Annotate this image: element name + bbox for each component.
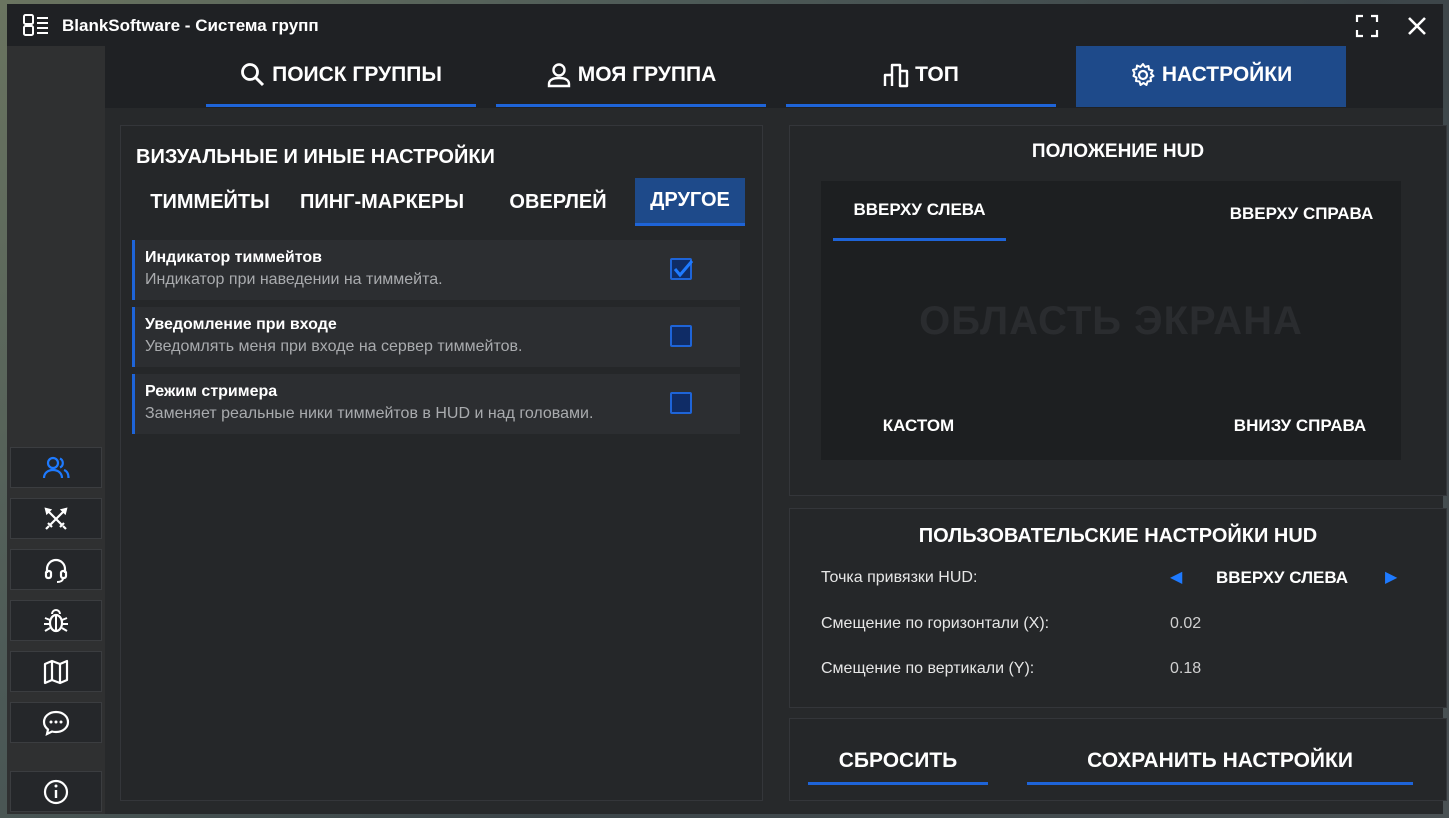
join-notification-checkbox[interactable] [670, 325, 692, 347]
offset-x-value[interactable]: 0.02 [1170, 615, 1201, 633]
offset-y-label: Смещение по вертикали (Y): [821, 660, 1035, 677]
hud-bottom-right-option[interactable]: ВНИЗУ СПРАВА [1221, 411, 1379, 441]
option-streamer-mode: Режим стримера Заменяет реальные ники ти… [132, 374, 740, 434]
title-bar: BlankSoftware - Система групп [7, 4, 1443, 46]
hud-position-panel: ПОЛОЖЕНИЕ HUD ОБЛАСТЬ ЭКРАНА ВВЕРХУ СЛЕВ… [789, 125, 1447, 496]
top-navigation: ПОИСК ГРУППЫ МОЯ ГРУППА ТОП НАСТРОЙКИ [105, 46, 1443, 108]
crossed-swords-icon [44, 506, 68, 530]
maximize-icon[interactable] [1355, 14, 1379, 38]
tab-label: ПОИСК ГРУППЫ [272, 63, 442, 86]
option-title: Уведомление при входе [145, 316, 337, 333]
option-description: Уведомлять меня при входе на сервер тимм… [145, 338, 523, 355]
hud-custom-settings-panel: ПОЛЬЗОВАТЕЛЬСКИЕ НАСТРОЙКИ HUD Точка при… [789, 508, 1447, 708]
close-icon[interactable] [1405, 14, 1429, 38]
tab-top[interactable]: ТОП [786, 46, 1056, 107]
subtab-teammates[interactable]: ТИММЕЙТЫ [135, 178, 285, 226]
sidebar-item-bugs[interactable] [10, 600, 102, 641]
sidebar-item-info[interactable] [10, 771, 102, 812]
users-icon [42, 456, 70, 478]
headset-icon [44, 558, 68, 583]
tab-my-group[interactable]: МОЯ ГРУППА [496, 46, 766, 107]
option-join-notification: Уведомление при входе Уведомлять меня пр… [132, 307, 740, 367]
visual-settings-panel: ВИЗУАЛЬНЫЕ И ИНЫЕ НАСТРОЙКИ ТИММЕЙТЫ ПИН… [120, 125, 763, 801]
tab-settings[interactable]: НАСТРОЙКИ [1076, 46, 1346, 107]
anchor-label: Точка привязки HUD: [821, 569, 978, 586]
offset-y-value[interactable]: 0.18 [1170, 660, 1201, 678]
window-title: BlankSoftware - Система групп [62, 16, 319, 35]
tab-label: ТОП [915, 63, 959, 86]
gear-icon [1131, 63, 1155, 86]
sidebar [7, 46, 105, 814]
tab-label: МОЯ ГРУППА [577, 63, 717, 86]
subtab-ping-markers[interactable]: ПИНГ-МАРКЕРЫ [287, 178, 477, 226]
anchor-next-arrow[interactable]: ▶ [1385, 567, 1397, 587]
menu-list-icon[interactable] [23, 14, 49, 36]
sidebar-item-pvp[interactable] [10, 498, 102, 539]
anchor-prev-arrow[interactable]: ◀ [1170, 567, 1182, 587]
search-icon [241, 63, 265, 87]
option-teammate-indicator: Индикатор тиммейтов Индикатор при наведе… [132, 240, 740, 300]
visual-settings-title: ВИЗУАЛЬНЫЕ И ИНЫЕ НАСТРОЙКИ [136, 146, 495, 168]
option-description: Индикатор при наведении на тиммейта. [145, 271, 443, 288]
hud-position-title: ПОЛОЖЕНИЕ HUD [1031, 141, 1205, 162]
hud-top-left-option[interactable]: ВВЕРХУ СЛЕВА [833, 181, 1006, 241]
hud-top-right-option[interactable]: ВВЕРХУ СПРАВА [1219, 199, 1384, 229]
info-icon [43, 779, 69, 804]
main-content: ПОИСК ГРУППЫ МОЯ ГРУППА ТОП НАСТРОЙКИ ВИ… [105, 46, 1447, 814]
screen-area-watermark: ОБЛАСТЬ ЭКРАНА [919, 299, 1303, 343]
reset-button[interactable]: СБРОСИТЬ [808, 739, 988, 785]
bar-chart-icon [883, 63, 909, 88]
actions-panel: СБРОСИТЬ СОХРАНИТЬ НАСТРОЙКИ [789, 718, 1447, 801]
option-title: Индикатор тиммейтов [145, 249, 322, 266]
save-settings-button[interactable]: СОХРАНИТЬ НАСТРОЙКИ [1027, 739, 1413, 785]
sidebar-item-voice[interactable] [10, 549, 102, 590]
option-title: Режим стримера [145, 383, 278, 400]
subtab-other[interactable]: ДРУГОЕ [635, 178, 745, 226]
hud-custom-title: ПОЛЬЗОВАТЕЛЬСКИЕ НАСТРОЙКИ HUD [918, 525, 1318, 547]
sidebar-item-group[interactable] [10, 447, 102, 488]
option-description: Заменяет реальные ники тиммейтов в HUD и… [145, 405, 594, 422]
sidebar-item-map[interactable] [10, 651, 102, 692]
tab-label: НАСТРОЙКИ [1161, 63, 1293, 86]
settings-subtabs: ТИММЕЙТЫ ПИНГ-МАРКЕРЫ ОВЕРЛЕЙ ДРУГОЕ [135, 178, 745, 226]
user-icon [547, 63, 570, 88]
streamer-mode-checkbox[interactable] [670, 392, 692, 414]
map-icon [43, 659, 69, 684]
subtab-overlay[interactable]: ОВЕРЛЕЙ [495, 178, 621, 226]
chat-icon [42, 710, 70, 736]
checkmark-icon [673, 260, 694, 278]
app-window: BlankSoftware - Система групп ПОИСК ГРУП… [7, 4, 1447, 814]
bug-icon [44, 608, 68, 632]
teammate-indicator-checkbox[interactable] [670, 258, 694, 280]
offset-x-label: Смещение по горизонтали (X): [821, 615, 1050, 632]
tab-group-search[interactable]: ПОИСК ГРУППЫ [206, 46, 476, 107]
hud-screen-area: ОБЛАСТЬ ЭКРАНА ВВЕРХУ СЛЕВА ВВЕРХУ СПРАВ… [821, 181, 1401, 460]
sidebar-item-chat[interactable] [10, 702, 102, 743]
hud-custom-option[interactable]: КАСТОМ [866, 411, 971, 441]
anchor-value: ВВЕРХУ СЛЕВА [1216, 568, 1349, 587]
